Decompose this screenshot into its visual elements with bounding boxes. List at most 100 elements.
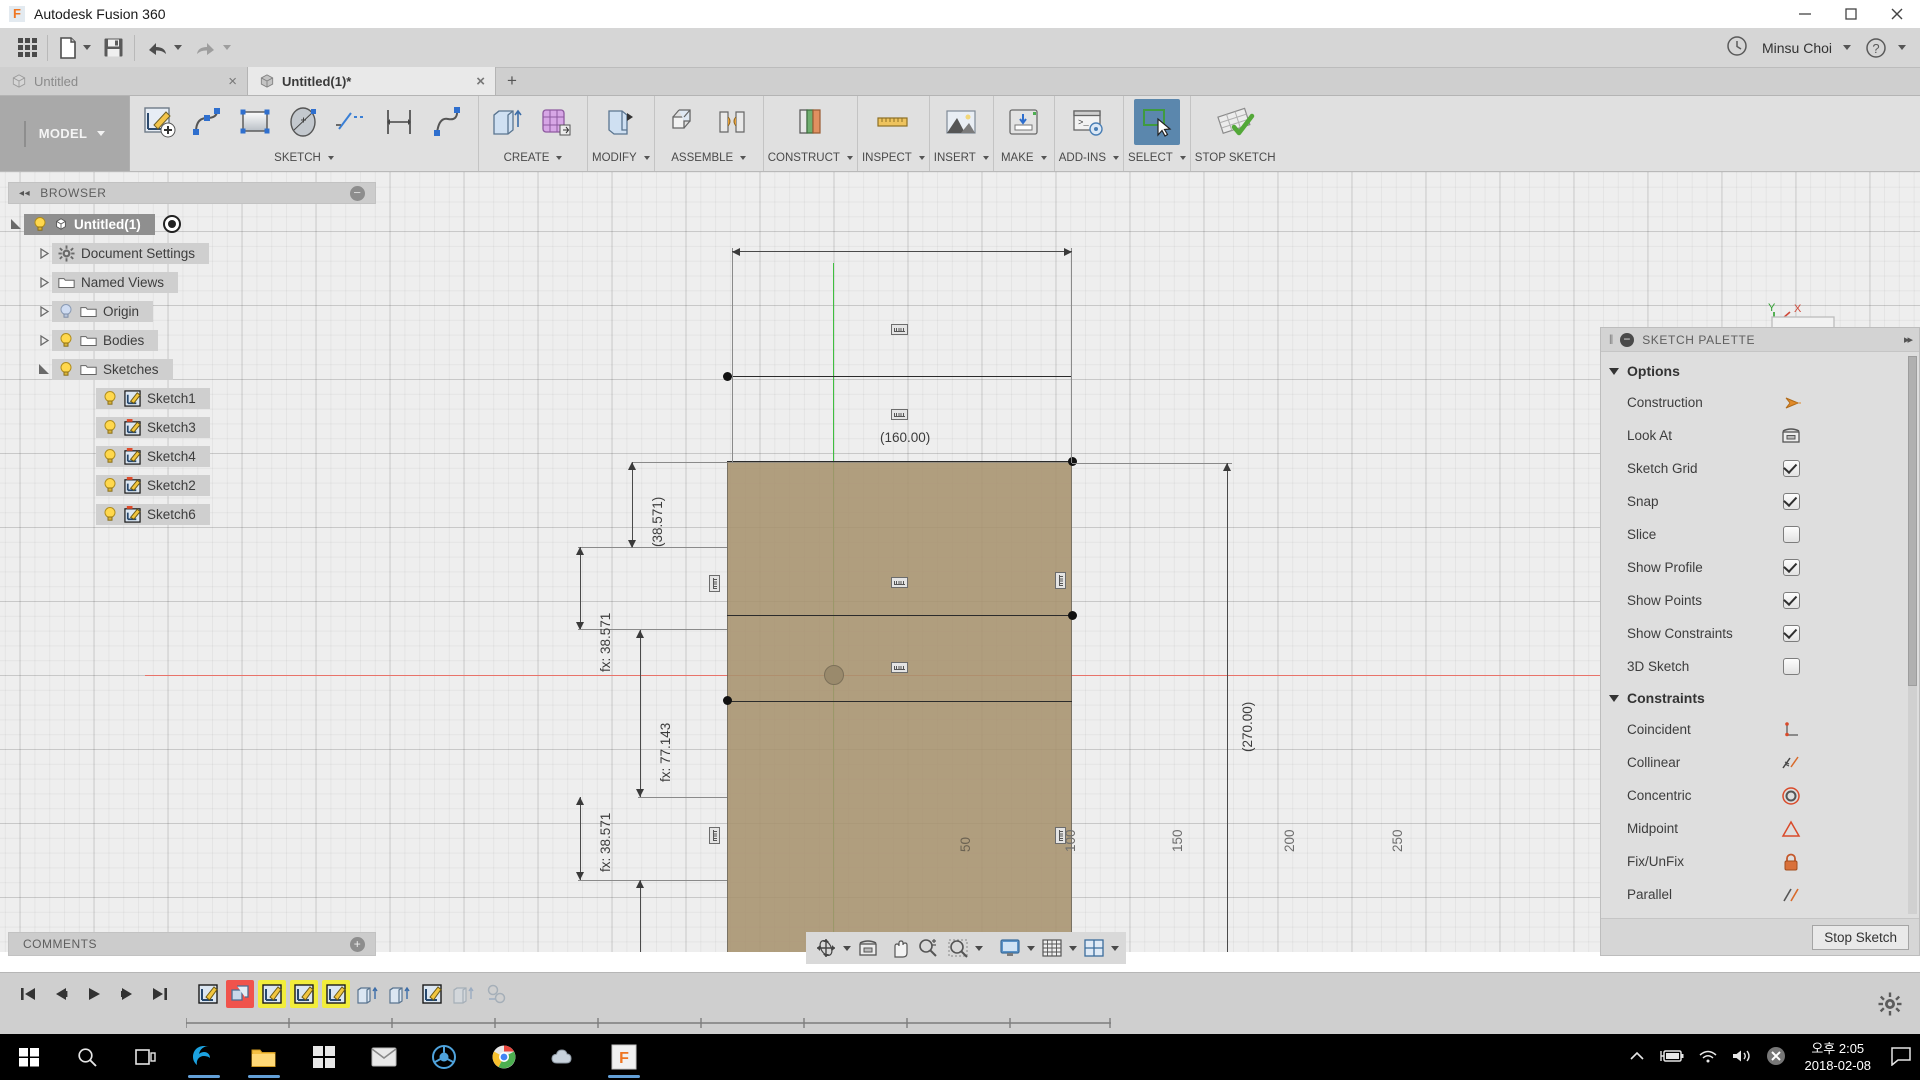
ribbon-group-label-select[interactable]: SELECT bbox=[1128, 148, 1186, 168]
timeline-node-offset[interactable] bbox=[226, 980, 254, 1008]
browser-row-sketches[interactable]: Sketches bbox=[8, 357, 380, 381]
expand-twisty-icon[interactable] bbox=[8, 218, 24, 230]
browser-row-sketch3[interactable]: Sketch3 bbox=[8, 415, 380, 439]
ribbon-group-label-assemble[interactable]: ASSEMBLE bbox=[671, 148, 747, 168]
timeline-node-sketch[interactable] bbox=[322, 980, 350, 1008]
redo-button[interactable] bbox=[188, 28, 237, 68]
volume-icon[interactable] bbox=[1731, 1048, 1753, 1067]
dimension-width[interactable]: (160.00) bbox=[880, 430, 930, 445]
coincident-icon[interactable] bbox=[1781, 720, 1801, 740]
profile-inner-line-1[interactable] bbox=[727, 376, 1072, 377]
taskbar-app-chrome[interactable] bbox=[474, 1034, 534, 1080]
expand-twisty-icon[interactable] bbox=[36, 334, 52, 346]
profile-inner-line-2[interactable] bbox=[727, 461, 1072, 462]
expand-icon[interactable]: ▸▸ bbox=[1904, 333, 1913, 346]
dimension-driven-1[interactable]: (38.571) bbox=[650, 497, 665, 547]
taskbar-app-chrome-alt[interactable] bbox=[414, 1034, 474, 1080]
create-sketch-button[interactable] bbox=[137, 99, 183, 145]
visibility-bulb-icon[interactable] bbox=[102, 390, 118, 406]
display-settings-button[interactable] bbox=[997, 935, 1023, 961]
taskbar-clock[interactable]: 오후 2:05 2018-02-08 bbox=[1799, 1040, 1878, 1074]
insert-decal-button[interactable] bbox=[938, 99, 984, 145]
ribbon-group-label-addins[interactable]: ADD-INS bbox=[1059, 148, 1120, 168]
equal-constraint-icon[interactable] bbox=[709, 575, 720, 592]
midpoint-icon[interactable] bbox=[1781, 819, 1801, 839]
save-button[interactable] bbox=[97, 28, 130, 68]
drag-grip-icon[interactable]: || bbox=[1609, 334, 1613, 345]
ribbon-group-label-construct[interactable]: CONSTRUCT bbox=[768, 148, 853, 168]
sketch-grid-checkbox[interactable] bbox=[1782, 460, 1800, 477]
dimension-height[interactable]: (270.00) bbox=[1240, 702, 1255, 752]
select-button[interactable] bbox=[1133, 99, 1180, 145]
sketch-point[interactable] bbox=[1068, 457, 1077, 466]
dimension-tool-button[interactable] bbox=[377, 99, 423, 145]
action-center-button[interactable] bbox=[1890, 1046, 1912, 1069]
grid-snap-button[interactable] bbox=[1039, 935, 1065, 961]
document-tab-untitled-1[interactable]: Untitled(1)* × bbox=[248, 67, 496, 95]
look-at-button[interactable] bbox=[855, 935, 881, 961]
show-profile-checkbox[interactable] bbox=[1782, 559, 1800, 576]
taskbar-search-button[interactable] bbox=[58, 1034, 116, 1080]
show-points-checkbox[interactable] bbox=[1782, 592, 1800, 609]
taskbar-app-store[interactable] bbox=[294, 1034, 354, 1080]
pan-button[interactable] bbox=[885, 935, 911, 961]
file-menu-button[interactable] bbox=[52, 28, 97, 68]
expand-twisty-icon[interactable] bbox=[36, 276, 52, 288]
ribbon-group-label-inspect[interactable]: INSPECT bbox=[862, 148, 925, 168]
palette-scrollbar-thumb[interactable] bbox=[1908, 356, 1917, 686]
browser-row-named-views[interactable]: Named Views bbox=[8, 270, 380, 294]
construction-icon[interactable] bbox=[1781, 393, 1801, 413]
close-button[interactable] bbox=[1874, 0, 1920, 28]
profile-inner-line-4[interactable] bbox=[727, 701, 1072, 702]
press-pull-button[interactable] bbox=[598, 99, 644, 145]
ribbon-group-label-modify[interactable]: MODIFY bbox=[592, 148, 650, 168]
timeline-node-sketch[interactable] bbox=[194, 980, 222, 1008]
taskbar-app-edge[interactable] bbox=[174, 1034, 234, 1080]
timeline-node-extrude[interactable] bbox=[354, 980, 382, 1008]
show-data-panel-button[interactable] bbox=[0, 28, 43, 68]
error-status-icon[interactable] bbox=[1766, 1046, 1786, 1069]
visibility-bulb-icon[interactable] bbox=[58, 303, 74, 319]
collapse-icon[interactable]: ◂◂ bbox=[19, 188, 30, 199]
visibility-bulb-icon[interactable] bbox=[58, 332, 74, 348]
chevron-down-icon[interactable] bbox=[843, 945, 851, 951]
palette-row-midpoint[interactable]: Midpoint bbox=[1601, 812, 1919, 845]
browser-row-bodies[interactable]: Bodies bbox=[8, 328, 380, 352]
palette-row-parallel[interactable]: Parallel bbox=[1601, 878, 1919, 911]
taskbar-app-fusion360[interactable]: F bbox=[594, 1034, 654, 1080]
add-comment-icon[interactable]: + bbox=[350, 936, 365, 952]
palette-section-constraints[interactable]: Constraints bbox=[1601, 683, 1919, 713]
slice-checkbox[interactable] bbox=[1782, 526, 1800, 543]
joint-button[interactable] bbox=[710, 99, 756, 145]
3d-sketch-checkbox[interactable] bbox=[1782, 658, 1800, 675]
collapse-twisty-icon[interactable] bbox=[36, 363, 52, 375]
rectangle-tool-button[interactable] bbox=[233, 99, 279, 145]
dimension-fx-3[interactable]: fx: 38.571 bbox=[598, 813, 613, 872]
timeline-node-extrude-disabled[interactable] bbox=[450, 980, 478, 1008]
show-hidden-icons-button[interactable] bbox=[1628, 1049, 1646, 1066]
palette-row-show-profile[interactable]: Show Profile bbox=[1601, 551, 1919, 584]
chevron-down-icon[interactable] bbox=[975, 945, 983, 951]
visibility-bulb-icon[interactable] bbox=[58, 361, 74, 377]
chevron-down-icon[interactable] bbox=[1111, 945, 1119, 951]
browser-options-icon[interactable]: − bbox=[350, 185, 365, 201]
palette-row-fix-unfix[interactable]: Fix/UnFix bbox=[1601, 845, 1919, 878]
collapse-icon[interactable]: − bbox=[1620, 332, 1635, 347]
timeline-node-sketch[interactable] bbox=[418, 980, 446, 1008]
3d-print-button[interactable] bbox=[1001, 99, 1047, 145]
ribbon-group-label-make[interactable]: MAKE bbox=[1001, 148, 1047, 168]
expand-twisty-icon[interactable] bbox=[36, 247, 52, 259]
chevron-down-icon[interactable] bbox=[1069, 945, 1077, 951]
look-at-icon[interactable] bbox=[1781, 426, 1801, 446]
timeline-node-sketch[interactable] bbox=[258, 980, 286, 1008]
origin-point[interactable] bbox=[824, 665, 844, 685]
skip-to-end-button[interactable] bbox=[150, 985, 170, 1003]
taskbar-app-mail[interactable] bbox=[354, 1034, 414, 1080]
palette-row-show-points[interactable]: Show Points bbox=[1601, 584, 1919, 617]
maximize-button[interactable] bbox=[1828, 0, 1874, 28]
workspace-selector[interactable]: MODEL bbox=[0, 96, 130, 171]
construction-line-button[interactable] bbox=[329, 99, 375, 145]
palette-section-options[interactable]: Options bbox=[1601, 356, 1919, 386]
fix-unfix-icon[interactable] bbox=[1781, 852, 1801, 872]
sketch-point[interactable] bbox=[723, 696, 732, 705]
